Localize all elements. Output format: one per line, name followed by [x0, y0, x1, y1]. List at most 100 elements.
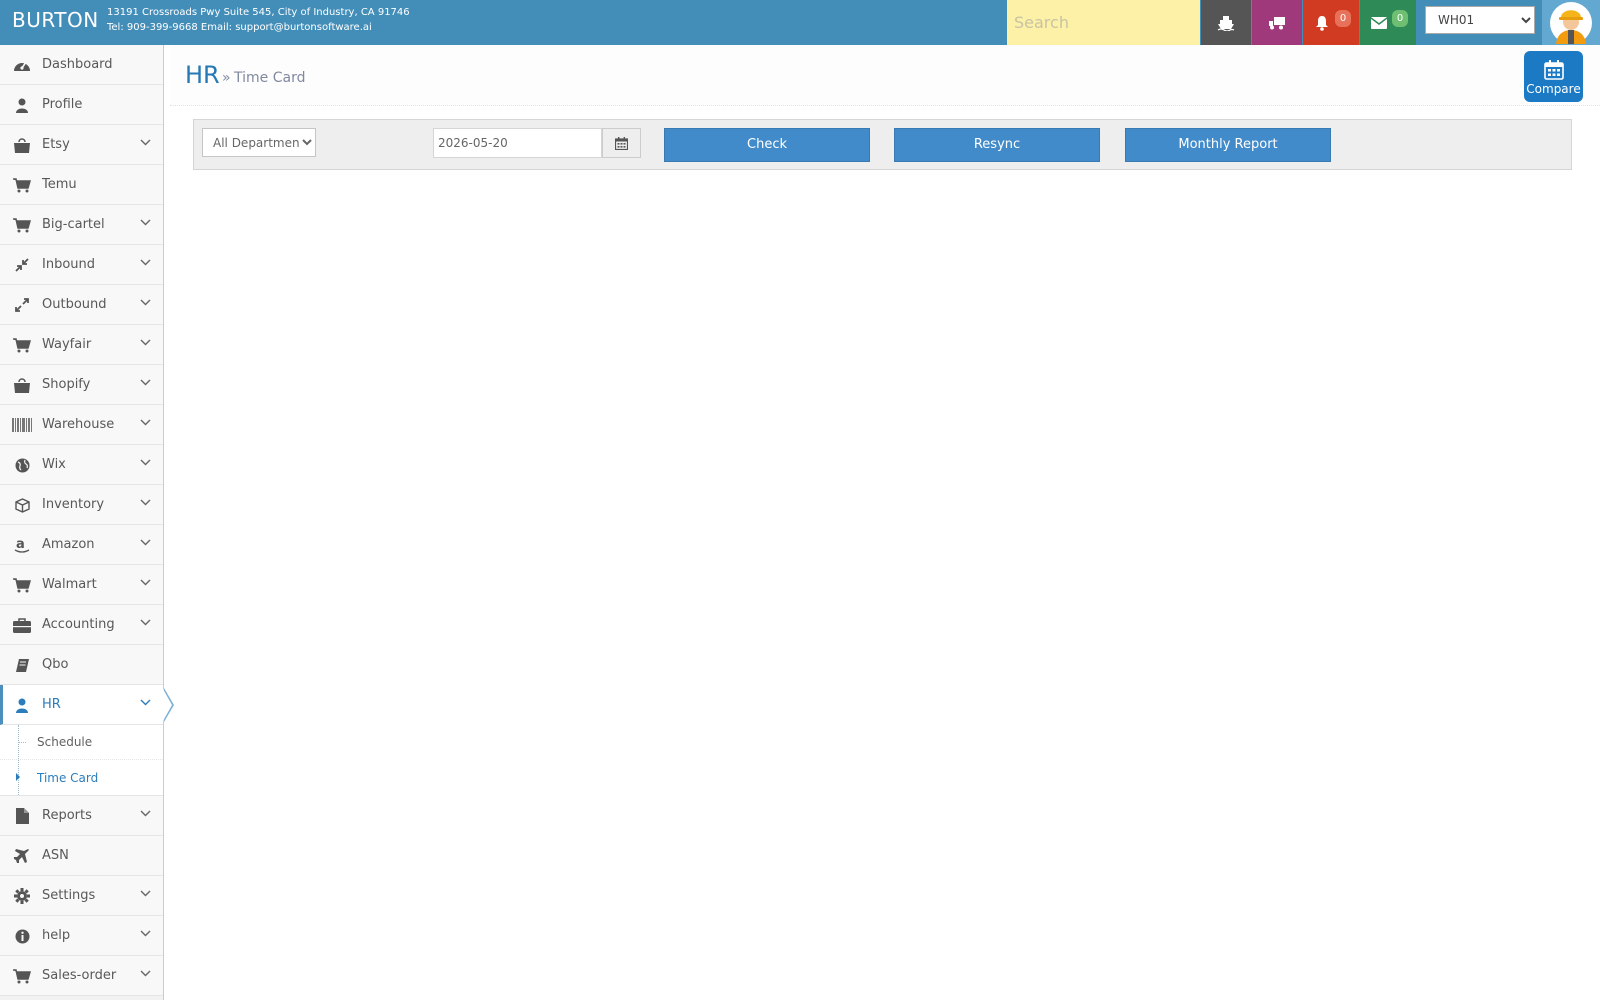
barcode-icon: [12, 417, 32, 433]
monthly-report-button[interactable]: Monthly Report: [1125, 128, 1331, 162]
sidebar-item-label: Walmart: [42, 577, 97, 592]
sidebar-item-settings[interactable]: Settings: [0, 876, 163, 916]
sidebar-item-wayfair[interactable]: Wayfair: [0, 325, 163, 365]
ship-button[interactable]: [1201, 0, 1251, 45]
brand-logo[interactable]: BURTON: [12, 8, 99, 32]
compare-label: Compare: [1526, 82, 1581, 96]
sidebar-item-profile[interactable]: Profile: [0, 85, 163, 125]
sidebar-item-label: Wix: [42, 457, 66, 472]
sidebar-item-amazon[interactable]: a Amazon: [0, 525, 163, 565]
chevron-down-icon: [140, 890, 151, 897]
chevron-down-icon: [140, 930, 151, 937]
date-picker-button[interactable]: [602, 128, 641, 158]
sidebar-item-label: Outbound: [42, 297, 107, 312]
sidebar-item-help[interactable]: help: [0, 916, 163, 956]
sidebar-item-outbound[interactable]: Outbound: [0, 285, 163, 325]
globe-icon: [12, 457, 32, 473]
department-select[interactable]: All Department: [202, 128, 316, 157]
sidebar-item-shopify[interactable]: Shopify: [0, 365, 163, 405]
expand-arrows-icon: [12, 297, 32, 313]
messages-button[interactable]: 0: [1360, 0, 1416, 45]
sidebar-item-label: Shopify: [42, 377, 91, 392]
filter-toolbar: All Department Check Resync Monthly Repo…: [193, 119, 1572, 170]
active-indicator: [163, 689, 172, 721]
sidebar-item-qbo[interactable]: Qbo: [0, 645, 163, 685]
sidebar-item-label: Inventory: [42, 497, 105, 512]
sidebar-subitem-time-card[interactable]: Time Card: [0, 760, 163, 795]
page-header: HR » Time Card: [170, 45, 1600, 106]
chevron-down-icon: [140, 259, 151, 266]
cube-icon: [12, 497, 32, 513]
cart-icon: [12, 177, 32, 193]
chevron-down-icon: [140, 579, 151, 586]
sidebar-item-label: Dashboard: [42, 57, 113, 72]
breadcrumb-separator: »: [222, 70, 231, 86]
messages-count-badge: 0: [1392, 10, 1408, 27]
notifications-button[interactable]: 0: [1303, 0, 1359, 45]
sidebar-item-label: Qbo: [42, 657, 69, 672]
briefcase-icon: [12, 617, 32, 633]
chevron-down-icon: [140, 139, 151, 146]
user-avatar-button[interactable]: [1542, 0, 1600, 45]
calendar-icon: [615, 136, 628, 150]
avatar: [1550, 1, 1592, 44]
date-input[interactable]: [433, 128, 602, 158]
sidebar-item-label: Temu: [42, 177, 77, 192]
chevron-down-icon: [140, 699, 151, 706]
cart-icon: [12, 337, 32, 353]
sidebar-item-hr[interactable]: HR: [0, 685, 174, 725]
resync-button[interactable]: Resync: [894, 128, 1100, 162]
book-icon: [12, 657, 32, 673]
sidebar-item-sales-order[interactable]: Sales-order: [0, 956, 163, 996]
ship-icon: [1217, 15, 1235, 31]
truck-button[interactable]: [1252, 0, 1302, 45]
chevron-down-icon: [140, 299, 151, 306]
truck-icon: [1269, 16, 1285, 29]
file-icon: [12, 808, 32, 824]
page-subtitle: Time Card: [234, 70, 306, 86]
user-icon: [12, 697, 32, 713]
sidebar-item-reports[interactable]: Reports: [0, 796, 163, 836]
sidebar-item-label: Amazon: [42, 537, 95, 552]
warehouse-select[interactable]: WH01: [1425, 6, 1535, 34]
chevron-down-icon: [140, 459, 151, 466]
submenu-branch-line: [18, 742, 26, 743]
sidebar-item-wix[interactable]: Wix: [0, 445, 163, 485]
sidebar-item-asn[interactable]: ASN: [0, 836, 163, 876]
hr-submenu: Schedule Time Card: [0, 725, 163, 796]
contact-line: Tel: 909-399-9668 Email: support@burtons…: [107, 22, 372, 33]
compress-arrows-icon: [12, 257, 32, 273]
sidebar-item-label: ASN: [42, 848, 69, 863]
top-navbar: BURTON 13191 Crossroads Pwy Suite 545, C…: [0, 0, 1600, 45]
gear-icon: [12, 888, 32, 904]
dashboard-icon: [12, 57, 32, 73]
chevron-down-icon: [140, 219, 151, 226]
sidebar-item-label: Reports: [42, 808, 92, 823]
cart-icon: [12, 577, 32, 593]
bell-icon: [1316, 15, 1328, 31]
sidebar-subitem-schedule[interactable]: Schedule: [0, 725, 163, 760]
sidebar-item-walmart[interactable]: Walmart: [0, 565, 163, 605]
chevron-down-icon: [140, 810, 151, 817]
sidebar-subitem-label: Schedule: [37, 735, 93, 749]
sidebar-item-inbound[interactable]: Inbound: [0, 245, 163, 285]
chevron-down-icon: [140, 339, 151, 346]
sidebar-item-dashboard[interactable]: Dashboard: [0, 45, 163, 85]
sidebar-item-warehouse[interactable]: Warehouse: [0, 405, 163, 445]
sidebar: Dashboard Profile Etsy Temu Big-cartel I…: [0, 45, 174, 1000]
sidebar-item-inventory[interactable]: Inventory: [0, 485, 163, 525]
sidebar-item-accounting[interactable]: Accounting: [0, 605, 163, 645]
sidebar-item-temu[interactable]: Temu: [0, 165, 163, 205]
svg-text:a: a: [16, 537, 25, 552]
sidebar-item-etsy[interactable]: Etsy: [0, 125, 163, 165]
compare-button[interactable]: Compare: [1524, 51, 1583, 102]
sidebar-item-big-cartel[interactable]: Big-cartel: [0, 205, 163, 245]
sidebar-item-label: help: [42, 928, 71, 943]
sidebar-item-label: Big-cartel: [42, 217, 105, 232]
shopping-bag-icon: [12, 137, 32, 153]
check-button[interactable]: Check: [664, 128, 870, 162]
search-input[interactable]: [1007, 0, 1200, 45]
page-title: HR: [185, 61, 220, 89]
sidebar-item-label: HR: [42, 697, 61, 712]
sidebar-subitem-label: Time Card: [37, 770, 99, 785]
